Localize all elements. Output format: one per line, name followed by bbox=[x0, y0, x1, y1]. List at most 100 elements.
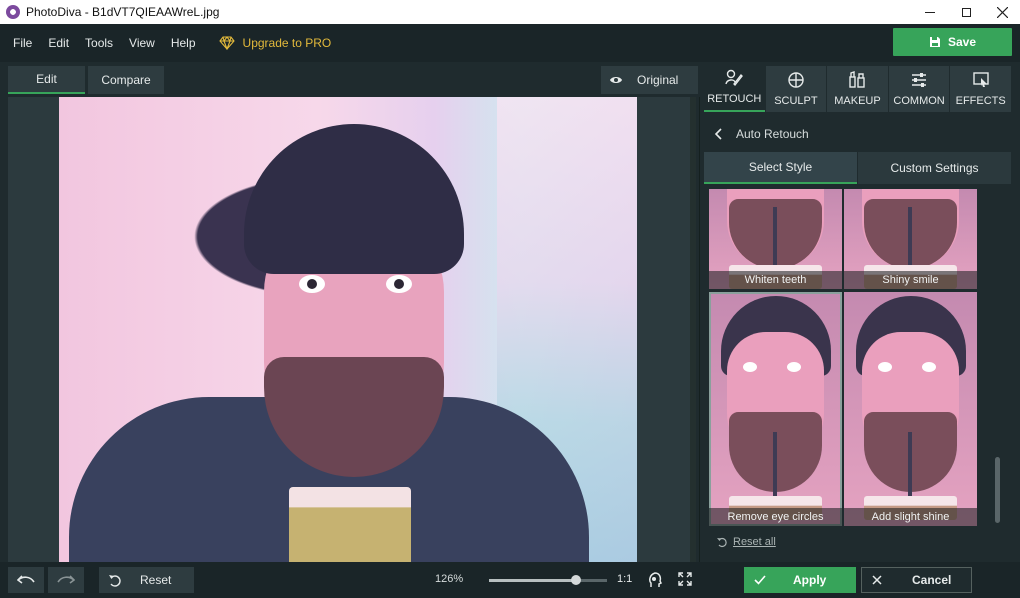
style-thumbnails: Whiten teeth Shiny smile Remove eye circ… bbox=[709, 189, 994, 526]
zoom-slider[interactable] bbox=[489, 575, 607, 585]
thumb-label: Shiny smile bbox=[844, 271, 977, 289]
menu-help[interactable]: Help bbox=[171, 36, 196, 50]
minimize-button[interactable] bbox=[912, 0, 948, 24]
sculpt-icon bbox=[788, 72, 804, 88]
tab-retouch-label: RETOUCH bbox=[707, 93, 762, 105]
thumb-label: Remove eye circles bbox=[709, 508, 842, 526]
tab-sculpt-label: SCULPT bbox=[774, 95, 818, 107]
tab-edit[interactable]: Edit bbox=[8, 66, 85, 94]
minimize-icon bbox=[925, 11, 935, 13]
style-tabs: Select Style Custom Settings bbox=[704, 152, 1012, 184]
reset-icon bbox=[109, 574, 121, 587]
thumb-straw bbox=[908, 432, 912, 502]
thumb-eye-right bbox=[922, 362, 936, 372]
zoom-level: 126% bbox=[435, 573, 464, 585]
menu-file[interactable]: File bbox=[13, 36, 32, 50]
tab-select-style[interactable]: Select Style bbox=[704, 152, 857, 184]
canvas-scrollbar[interactable] bbox=[690, 97, 696, 562]
thumb-label: Whiten teeth bbox=[709, 271, 842, 289]
save-button[interactable]: Save bbox=[893, 28, 1012, 56]
tab-sculpt[interactable]: SCULPT bbox=[765, 66, 827, 112]
title-bar: PhotoDiva - B1dVT7QIEAAWreL.jpg bbox=[0, 0, 1020, 24]
undo-button[interactable] bbox=[8, 567, 44, 593]
apply-label: Apply bbox=[793, 573, 827, 587]
photo-canvas[interactable] bbox=[8, 97, 696, 562]
menu-bar: File Edit Tools View Help Upgrade to PRO… bbox=[0, 24, 1020, 62]
check-icon bbox=[754, 575, 766, 585]
tab-retouch[interactable]: RETOUCH bbox=[704, 66, 765, 112]
thumb-straw bbox=[773, 432, 777, 502]
tab-makeup-label: MAKEUP bbox=[834, 95, 881, 107]
retouch-icon bbox=[725, 69, 744, 87]
photo-eye-right bbox=[386, 275, 412, 293]
thumb-eye-left bbox=[878, 362, 892, 372]
zoom-slider-fill bbox=[489, 579, 577, 582]
undo-icon bbox=[17, 575, 35, 584]
tools-panel: RETOUCH SCULPT MAKEUP COMMON EFFECTS Aut… bbox=[703, 62, 1020, 562]
original-label: Original bbox=[637, 73, 679, 87]
thumb-remove-eye-circles[interactable]: Remove eye circles bbox=[709, 292, 842, 526]
reset-all-link[interactable]: Reset all bbox=[717, 536, 776, 548]
edited-photo[interactable] bbox=[59, 97, 637, 562]
zoom-slider-thumb[interactable] bbox=[571, 575, 582, 585]
sliders-icon bbox=[912, 73, 927, 87]
photo-cup bbox=[289, 487, 411, 562]
window-title: PhotoDiva - B1dVT7QIEAAWreL.jpg bbox=[26, 5, 220, 19]
cancel-label: Cancel bbox=[912, 573, 952, 587]
tab-effects-label: EFFECTS bbox=[955, 95, 1006, 107]
maximize-button[interactable] bbox=[948, 0, 984, 24]
makeup-icon bbox=[849, 71, 866, 88]
tab-makeup[interactable]: MAKEUP bbox=[827, 66, 888, 112]
upgrade-label: Upgrade to PRO bbox=[242, 36, 332, 50]
thumb-eye-left bbox=[743, 362, 757, 372]
thumbnails-scrollbar-thumb[interactable] bbox=[995, 457, 1000, 523]
redo-button[interactable] bbox=[48, 567, 84, 593]
menu-tools[interactable]: Tools bbox=[85, 36, 113, 50]
x-icon bbox=[872, 575, 882, 585]
thumb-shiny-smile[interactable]: Shiny smile bbox=[844, 189, 977, 289]
auto-retouch-header[interactable]: Auto Retouch bbox=[704, 120, 1012, 148]
save-label: Save bbox=[947, 35, 977, 49]
photo-eye-left bbox=[299, 275, 325, 293]
thumb-whiten-teeth[interactable]: Whiten teeth bbox=[709, 189, 842, 289]
section-title: Auto Retouch bbox=[736, 127, 809, 141]
reset-button[interactable]: Reset bbox=[99, 567, 194, 593]
cancel-button[interactable]: Cancel bbox=[861, 567, 972, 593]
reset-icon bbox=[717, 537, 727, 547]
menu-view[interactable]: View bbox=[129, 36, 155, 50]
tool-tabs: RETOUCH SCULPT MAKEUP COMMON EFFECTS bbox=[704, 66, 1012, 112]
thumb-add-slight-shine[interactable]: Add slight shine bbox=[844, 292, 977, 526]
reset-label: Reset bbox=[140, 573, 172, 587]
eye-icon bbox=[610, 77, 622, 83]
upgrade-link[interactable]: Upgrade to PRO bbox=[218, 36, 332, 50]
view-toolbar: Edit Compare Original bbox=[0, 62, 700, 97]
photo-hat bbox=[244, 124, 464, 274]
close-button[interactable] bbox=[984, 0, 1020, 24]
original-button[interactable]: Original bbox=[601, 66, 698, 94]
photodiva-logo-icon bbox=[6, 5, 20, 19]
tab-common-label: COMMON bbox=[893, 95, 945, 107]
tab-custom-settings[interactable]: Custom Settings bbox=[858, 152, 1011, 184]
effects-icon bbox=[972, 72, 989, 87]
maximize-icon bbox=[961, 7, 971, 17]
thumb-label: Add slight shine bbox=[844, 508, 977, 526]
tab-common[interactable]: COMMON bbox=[888, 66, 950, 112]
thumb-straw bbox=[773, 207, 777, 267]
actual-size-button[interactable]: 1:1 bbox=[617, 573, 632, 585]
reset-all-label: Reset all bbox=[733, 536, 776, 548]
face-detect-icon[interactable] bbox=[648, 572, 662, 588]
panel-divider bbox=[699, 97, 700, 562]
menu-edit[interactable]: Edit bbox=[48, 36, 69, 50]
tab-effects[interactable]: EFFECTS bbox=[950, 66, 1011, 112]
floppy-icon bbox=[929, 37, 940, 47]
fit-to-screen-icon[interactable] bbox=[678, 572, 692, 586]
tab-compare[interactable]: Compare bbox=[88, 66, 164, 94]
redo-icon bbox=[57, 575, 75, 584]
apply-button[interactable]: Apply bbox=[744, 567, 856, 593]
bottom-toolbar: Reset 126% 1:1 Apply Cancel bbox=[0, 562, 1020, 598]
thumb-eye-right bbox=[787, 362, 801, 372]
chevron-left-icon[interactable] bbox=[714, 128, 722, 140]
thumb-straw bbox=[908, 207, 912, 267]
close-icon bbox=[996, 6, 1008, 18]
diamond-icon bbox=[218, 36, 235, 50]
